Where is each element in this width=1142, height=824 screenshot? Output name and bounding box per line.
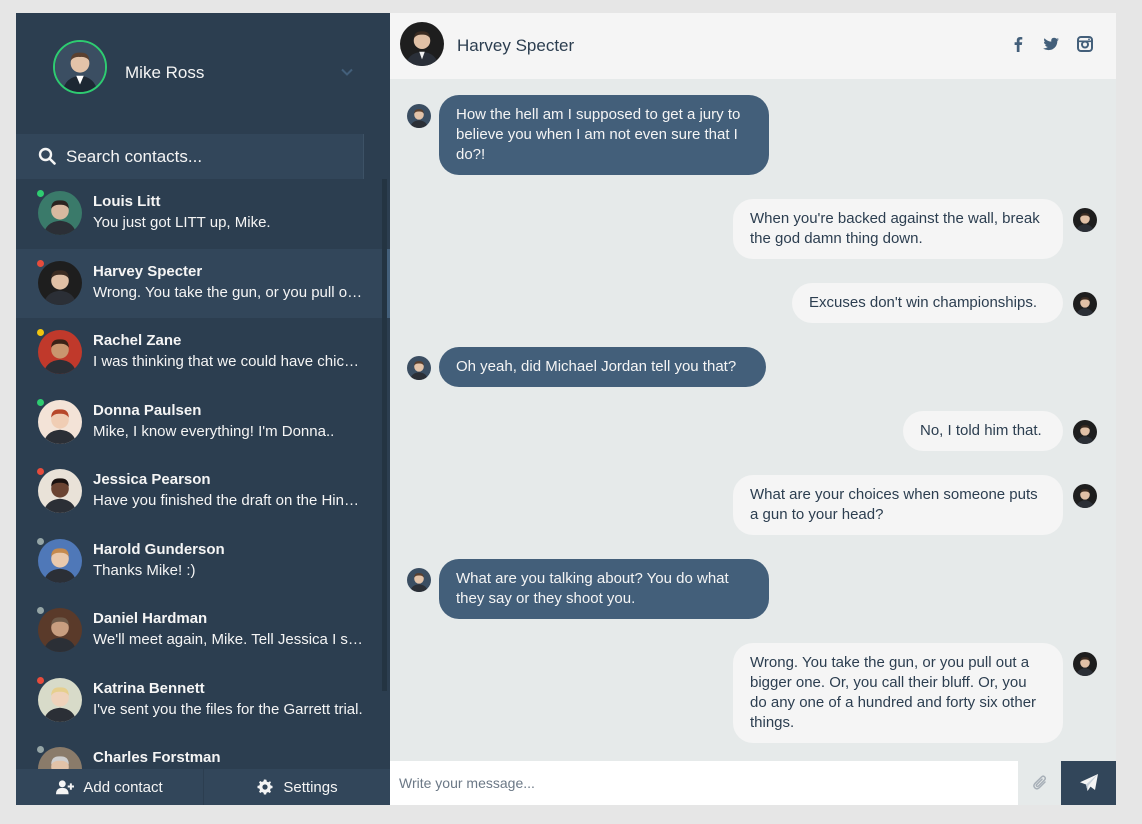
sidepanel: Mike Ross Louis Litt You just got LITT up… <box>16 13 390 805</box>
contact-preview: You just got LITT up, Mike. <box>93 214 271 231</box>
contact-name: Rachel Zane <box>93 332 182 349</box>
status-dot <box>37 190 44 197</box>
chevron-down-icon[interactable] <box>340 65 354 79</box>
facebook-icon[interactable] <box>1009 35 1027 53</box>
message-bubble: When you're backed against the wall, bre… <box>733 199 1063 259</box>
contact-avatar[interactable] <box>400 22 444 66</box>
message-avatar <box>407 568 431 592</box>
twitter-icon[interactable] <box>1042 35 1060 53</box>
contact-name: Daniel Hardman <box>93 610 208 627</box>
status-dot <box>37 537 44 545</box>
status-dot <box>37 676 44 684</box>
contact-list[interactable]: Louis Litt You just got LITT up, Mike. Har… <box>16 179 390 769</box>
contact-item[interactable]: Harold Gunderson Thanks Mike! :) <box>16 527 390 597</box>
contact-preview: Thanks Mike! :) <box>93 561 196 579</box>
message-bubble: Excuses don't win championships. <box>792 283 1063 323</box>
contact-preview: I was thinking that we could have chicke… <box>93 353 363 370</box>
search-input[interactable] <box>66 134 356 179</box>
status-dot <box>37 259 44 267</box>
contact-item[interactable]: Donna Paulsen Mike, I know everything! I'… <box>16 388 390 458</box>
contact-preview: We'll meet again, Mike. Tell Jessica I s… <box>93 631 363 648</box>
settings-label: Settings <box>283 778 338 796</box>
status-dot <box>37 607 44 614</box>
search-box <box>16 134 363 179</box>
contact-preview: I've sent you the files for the Garrett … <box>93 700 363 718</box>
attach-button[interactable] <box>1018 761 1061 805</box>
contact-avatar <box>38 260 82 305</box>
send-button[interactable] <box>1061 761 1116 805</box>
user-plus-icon <box>56 780 75 795</box>
message-list: How the hell am I supposed to get a jury… <box>390 79 1116 761</box>
message-bubble: Wrong. You take the gun, or you pull out… <box>733 643 1063 743</box>
gear-icon <box>257 779 273 795</box>
add-contact-label: Add contact <box>83 778 163 796</box>
message-avatar <box>1073 420 1097 444</box>
contact-preview: Mike, I know everything! I'm Donna.. <box>93 422 335 440</box>
message-bubble: What are you talking about? You do what … <box>439 559 769 619</box>
contact-item[interactable]: Katrina Bennett I've sent you the files f… <box>16 666 390 736</box>
profile-avatar[interactable] <box>53 40 107 94</box>
contact-list-scrollbar[interactable] <box>382 179 387 691</box>
settings-button[interactable]: Settings <box>203 769 390 805</box>
contact-name: Harvey Specter <box>457 36 575 55</box>
contact-preview: Wrong. You take the gun, or you pull out… <box>93 283 363 301</box>
contact-avatar <box>38 677 82 722</box>
contact-item[interactable]: Harvey Specter Wrong. You take the gun, o… <box>16 248 390 318</box>
contact-avatar <box>38 747 82 769</box>
message-input[interactable] <box>390 761 1018 805</box>
messenger-frame: Mike Ross Louis Litt You just got LITT up… <box>16 13 1116 805</box>
message-avatar <box>1073 484 1097 508</box>
contact-name: Harold Gunderson <box>93 540 225 558</box>
message-avatar <box>407 104 431 128</box>
message-bubble: What are your choices when someone puts … <box>733 475 1063 535</box>
contact-item[interactable]: Rachel Zane I was thinking that we could … <box>16 318 390 388</box>
contact-item[interactable]: Daniel Hardman We'll meet again, Mike. Te… <box>16 596 390 666</box>
contact-name: Harvey Specter <box>93 262 203 280</box>
message-bubble: How the hell am I supposed to get a jury… <box>439 95 769 175</box>
contact-avatar <box>38 399 82 444</box>
message-avatar <box>1073 292 1097 316</box>
contact-profile-header: Harvey Specter <box>390 13 1116 79</box>
paperclip-icon <box>1032 775 1046 790</box>
contact-name: Katrina Bennett <box>93 679 205 697</box>
contact-name: Louis Litt <box>93 193 161 210</box>
message-avatar <box>1073 652 1097 676</box>
message-input-bar <box>390 761 1116 805</box>
contact-preview: Have you finished the draft on the Hinse… <box>93 492 363 509</box>
message-bubble: No, I told him that. <box>903 411 1063 451</box>
contact-avatar <box>38 330 82 374</box>
profile[interactable]: Mike Ross <box>16 13 390 134</box>
search-icon <box>38 147 56 165</box>
instagram-icon[interactable] <box>1076 35 1094 53</box>
add-contact-button[interactable]: Add contact <box>16 769 203 805</box>
status-dot <box>37 398 44 406</box>
contact-item[interactable]: Charles ForstmanMike, this isn't over. <box>16 735 390 769</box>
bottom-bar: Add contact Settings <box>16 769 390 805</box>
paper-plane-icon <box>1079 774 1098 791</box>
contact-avatar <box>38 469 82 513</box>
contact-name: Charles Forstman <box>93 749 221 766</box>
message-avatar <box>1073 208 1097 232</box>
chat-content: Harvey Specter How the hell am I suppose… <box>390 13 1116 805</box>
status-dot <box>37 329 44 336</box>
message-bubble: Oh yeah, did Michael Jordan tell you tha… <box>439 347 766 387</box>
contact-name: Donna Paulsen <box>93 401 202 419</box>
contact-avatar <box>38 191 82 235</box>
contact-item[interactable]: Jessica Pearson Have you finished the dra… <box>16 457 390 527</box>
search-edge <box>363 134 390 179</box>
contact-avatar <box>38 538 82 583</box>
status-dot <box>37 746 44 753</box>
status-dot <box>37 468 44 475</box>
contact-name: Jessica Pearson <box>93 471 211 488</box>
profile-name: Mike Ross <box>125 63 205 82</box>
contact-avatar <box>38 608 82 652</box>
contact-item[interactable]: Louis Litt You just got LITT up, Mike. <box>16 179 390 249</box>
message-avatar <box>407 356 431 380</box>
